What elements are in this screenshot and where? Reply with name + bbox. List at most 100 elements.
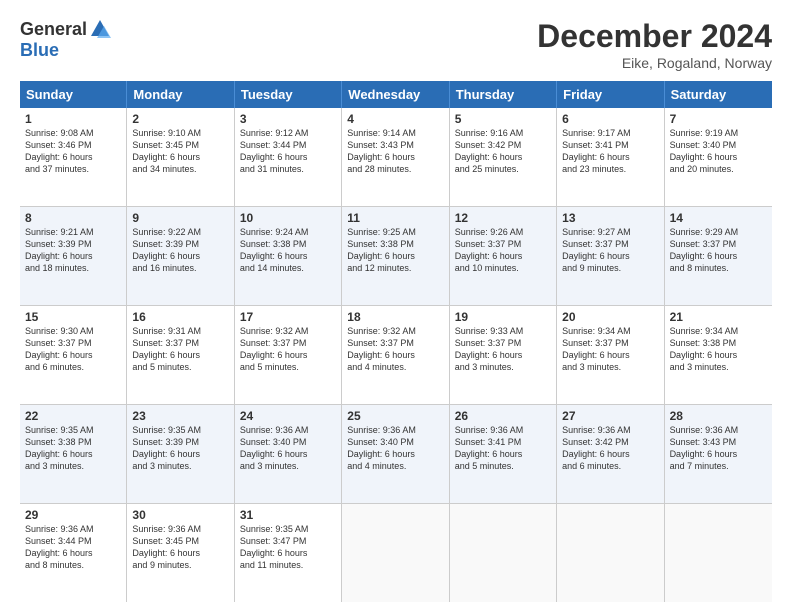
- day-number: 31: [240, 508, 336, 522]
- logo: General Blue: [20, 18, 111, 61]
- cal-cell: [665, 504, 772, 602]
- cal-cell: 2Sunrise: 9:10 AMSunset: 3:45 PMDaylight…: [127, 108, 234, 206]
- day-number: 7: [670, 112, 767, 126]
- day-info: Sunrise: 9:34 AMSunset: 3:37 PMDaylight:…: [562, 325, 658, 374]
- day-number: 6: [562, 112, 658, 126]
- logo-icon: [89, 18, 111, 40]
- day-number: 19: [455, 310, 551, 324]
- cal-cell: 20Sunrise: 9:34 AMSunset: 3:37 PMDayligh…: [557, 306, 664, 404]
- cal-cell: 30Sunrise: 9:36 AMSunset: 3:45 PMDayligh…: [127, 504, 234, 602]
- cal-cell: 17Sunrise: 9:32 AMSunset: 3:37 PMDayligh…: [235, 306, 342, 404]
- month-title: December 2024: [537, 18, 772, 55]
- cal-week-3: 15Sunrise: 9:30 AMSunset: 3:37 PMDayligh…: [20, 306, 772, 405]
- day-number: 23: [132, 409, 228, 423]
- day-info: Sunrise: 9:36 AMSunset: 3:44 PMDaylight:…: [25, 523, 121, 572]
- cal-week-4: 22Sunrise: 9:35 AMSunset: 3:38 PMDayligh…: [20, 405, 772, 504]
- cal-cell: 24Sunrise: 9:36 AMSunset: 3:40 PMDayligh…: [235, 405, 342, 503]
- day-number: 3: [240, 112, 336, 126]
- day-info: Sunrise: 9:16 AMSunset: 3:42 PMDaylight:…: [455, 127, 551, 176]
- day-number: 27: [562, 409, 658, 423]
- day-number: 12: [455, 211, 551, 225]
- logo-blue-text: Blue: [20, 40, 59, 61]
- day-number: 16: [132, 310, 228, 324]
- cal-header-sunday: Sunday: [20, 81, 127, 108]
- day-info: Sunrise: 9:12 AMSunset: 3:44 PMDaylight:…: [240, 127, 336, 176]
- day-info: Sunrise: 9:34 AMSunset: 3:38 PMDaylight:…: [670, 325, 767, 374]
- cal-cell: 9Sunrise: 9:22 AMSunset: 3:39 PMDaylight…: [127, 207, 234, 305]
- cal-header-friday: Friday: [557, 81, 664, 108]
- cal-cell: 28Sunrise: 9:36 AMSunset: 3:43 PMDayligh…: [665, 405, 772, 503]
- day-info: Sunrise: 9:29 AMSunset: 3:37 PMDaylight:…: [670, 226, 767, 275]
- day-info: Sunrise: 9:25 AMSunset: 3:38 PMDaylight:…: [347, 226, 443, 275]
- day-info: Sunrise: 9:08 AMSunset: 3:46 PMDaylight:…: [25, 127, 121, 176]
- cal-cell: 15Sunrise: 9:30 AMSunset: 3:37 PMDayligh…: [20, 306, 127, 404]
- cal-cell: 16Sunrise: 9:31 AMSunset: 3:37 PMDayligh…: [127, 306, 234, 404]
- day-info: Sunrise: 9:30 AMSunset: 3:37 PMDaylight:…: [25, 325, 121, 374]
- cal-cell: 8Sunrise: 9:21 AMSunset: 3:39 PMDaylight…: [20, 207, 127, 305]
- calendar-body: 1Sunrise: 9:08 AMSunset: 3:46 PMDaylight…: [20, 108, 772, 602]
- day-number: 25: [347, 409, 443, 423]
- day-info: Sunrise: 9:27 AMSunset: 3:37 PMDaylight:…: [562, 226, 658, 275]
- cal-cell: 3Sunrise: 9:12 AMSunset: 3:44 PMDaylight…: [235, 108, 342, 206]
- cal-cell: 12Sunrise: 9:26 AMSunset: 3:37 PMDayligh…: [450, 207, 557, 305]
- day-info: Sunrise: 9:32 AMSunset: 3:37 PMDaylight:…: [240, 325, 336, 374]
- day-info: Sunrise: 9:36 AMSunset: 3:45 PMDaylight:…: [132, 523, 228, 572]
- day-info: Sunrise: 9:35 AMSunset: 3:47 PMDaylight:…: [240, 523, 336, 572]
- day-number: 17: [240, 310, 336, 324]
- cal-header-tuesday: Tuesday: [235, 81, 342, 108]
- cal-cell: 26Sunrise: 9:36 AMSunset: 3:41 PMDayligh…: [450, 405, 557, 503]
- cal-cell: [450, 504, 557, 602]
- day-number: 28: [670, 409, 767, 423]
- day-info: Sunrise: 9:17 AMSunset: 3:41 PMDaylight:…: [562, 127, 658, 176]
- logo-general-text: General: [20, 19, 87, 40]
- location: Eike, Rogaland, Norway: [537, 55, 772, 71]
- day-number: 1: [25, 112, 121, 126]
- cal-week-1: 1Sunrise: 9:08 AMSunset: 3:46 PMDaylight…: [20, 108, 772, 207]
- cal-cell: 6Sunrise: 9:17 AMSunset: 3:41 PMDaylight…: [557, 108, 664, 206]
- day-number: 22: [25, 409, 121, 423]
- cal-cell: 31Sunrise: 9:35 AMSunset: 3:47 PMDayligh…: [235, 504, 342, 602]
- day-number: 20: [562, 310, 658, 324]
- day-number: 18: [347, 310, 443, 324]
- cal-cell: 29Sunrise: 9:36 AMSunset: 3:44 PMDayligh…: [20, 504, 127, 602]
- cal-cell: 7Sunrise: 9:19 AMSunset: 3:40 PMDaylight…: [665, 108, 772, 206]
- day-info: Sunrise: 9:22 AMSunset: 3:39 PMDaylight:…: [132, 226, 228, 275]
- cal-cell: 4Sunrise: 9:14 AMSunset: 3:43 PMDaylight…: [342, 108, 449, 206]
- header: General Blue December 2024 Eike, Rogalan…: [20, 18, 772, 71]
- cal-cell: 27Sunrise: 9:36 AMSunset: 3:42 PMDayligh…: [557, 405, 664, 503]
- day-number: 10: [240, 211, 336, 225]
- day-number: 26: [455, 409, 551, 423]
- cal-cell: 18Sunrise: 9:32 AMSunset: 3:37 PMDayligh…: [342, 306, 449, 404]
- day-number: 9: [132, 211, 228, 225]
- day-info: Sunrise: 9:35 AMSunset: 3:39 PMDaylight:…: [132, 424, 228, 473]
- day-number: 15: [25, 310, 121, 324]
- cal-cell: 14Sunrise: 9:29 AMSunset: 3:37 PMDayligh…: [665, 207, 772, 305]
- cal-week-2: 8Sunrise: 9:21 AMSunset: 3:39 PMDaylight…: [20, 207, 772, 306]
- cal-week-5: 29Sunrise: 9:36 AMSunset: 3:44 PMDayligh…: [20, 504, 772, 602]
- day-info: Sunrise: 9:19 AMSunset: 3:40 PMDaylight:…: [670, 127, 767, 176]
- day-info: Sunrise: 9:36 AMSunset: 3:40 PMDaylight:…: [240, 424, 336, 473]
- day-number: 4: [347, 112, 443, 126]
- day-info: Sunrise: 9:10 AMSunset: 3:45 PMDaylight:…: [132, 127, 228, 176]
- day-number: 13: [562, 211, 658, 225]
- day-number: 8: [25, 211, 121, 225]
- day-info: Sunrise: 9:36 AMSunset: 3:40 PMDaylight:…: [347, 424, 443, 473]
- day-info: Sunrise: 9:36 AMSunset: 3:43 PMDaylight:…: [670, 424, 767, 473]
- day-info: Sunrise: 9:26 AMSunset: 3:37 PMDaylight:…: [455, 226, 551, 275]
- day-number: 30: [132, 508, 228, 522]
- day-info: Sunrise: 9:14 AMSunset: 3:43 PMDaylight:…: [347, 127, 443, 176]
- day-number: 5: [455, 112, 551, 126]
- page: General Blue December 2024 Eike, Rogalan…: [0, 0, 792, 612]
- cal-cell: 23Sunrise: 9:35 AMSunset: 3:39 PMDayligh…: [127, 405, 234, 503]
- cal-cell: [342, 504, 449, 602]
- day-info: Sunrise: 9:35 AMSunset: 3:38 PMDaylight:…: [25, 424, 121, 473]
- cal-cell: 25Sunrise: 9:36 AMSunset: 3:40 PMDayligh…: [342, 405, 449, 503]
- cal-cell: 11Sunrise: 9:25 AMSunset: 3:38 PMDayligh…: [342, 207, 449, 305]
- cal-cell: [557, 504, 664, 602]
- day-info: Sunrise: 9:24 AMSunset: 3:38 PMDaylight:…: [240, 226, 336, 275]
- day-number: 11: [347, 211, 443, 225]
- cal-header-wednesday: Wednesday: [342, 81, 449, 108]
- day-info: Sunrise: 9:31 AMSunset: 3:37 PMDaylight:…: [132, 325, 228, 374]
- day-info: Sunrise: 9:32 AMSunset: 3:37 PMDaylight:…: [347, 325, 443, 374]
- day-info: Sunrise: 9:36 AMSunset: 3:42 PMDaylight:…: [562, 424, 658, 473]
